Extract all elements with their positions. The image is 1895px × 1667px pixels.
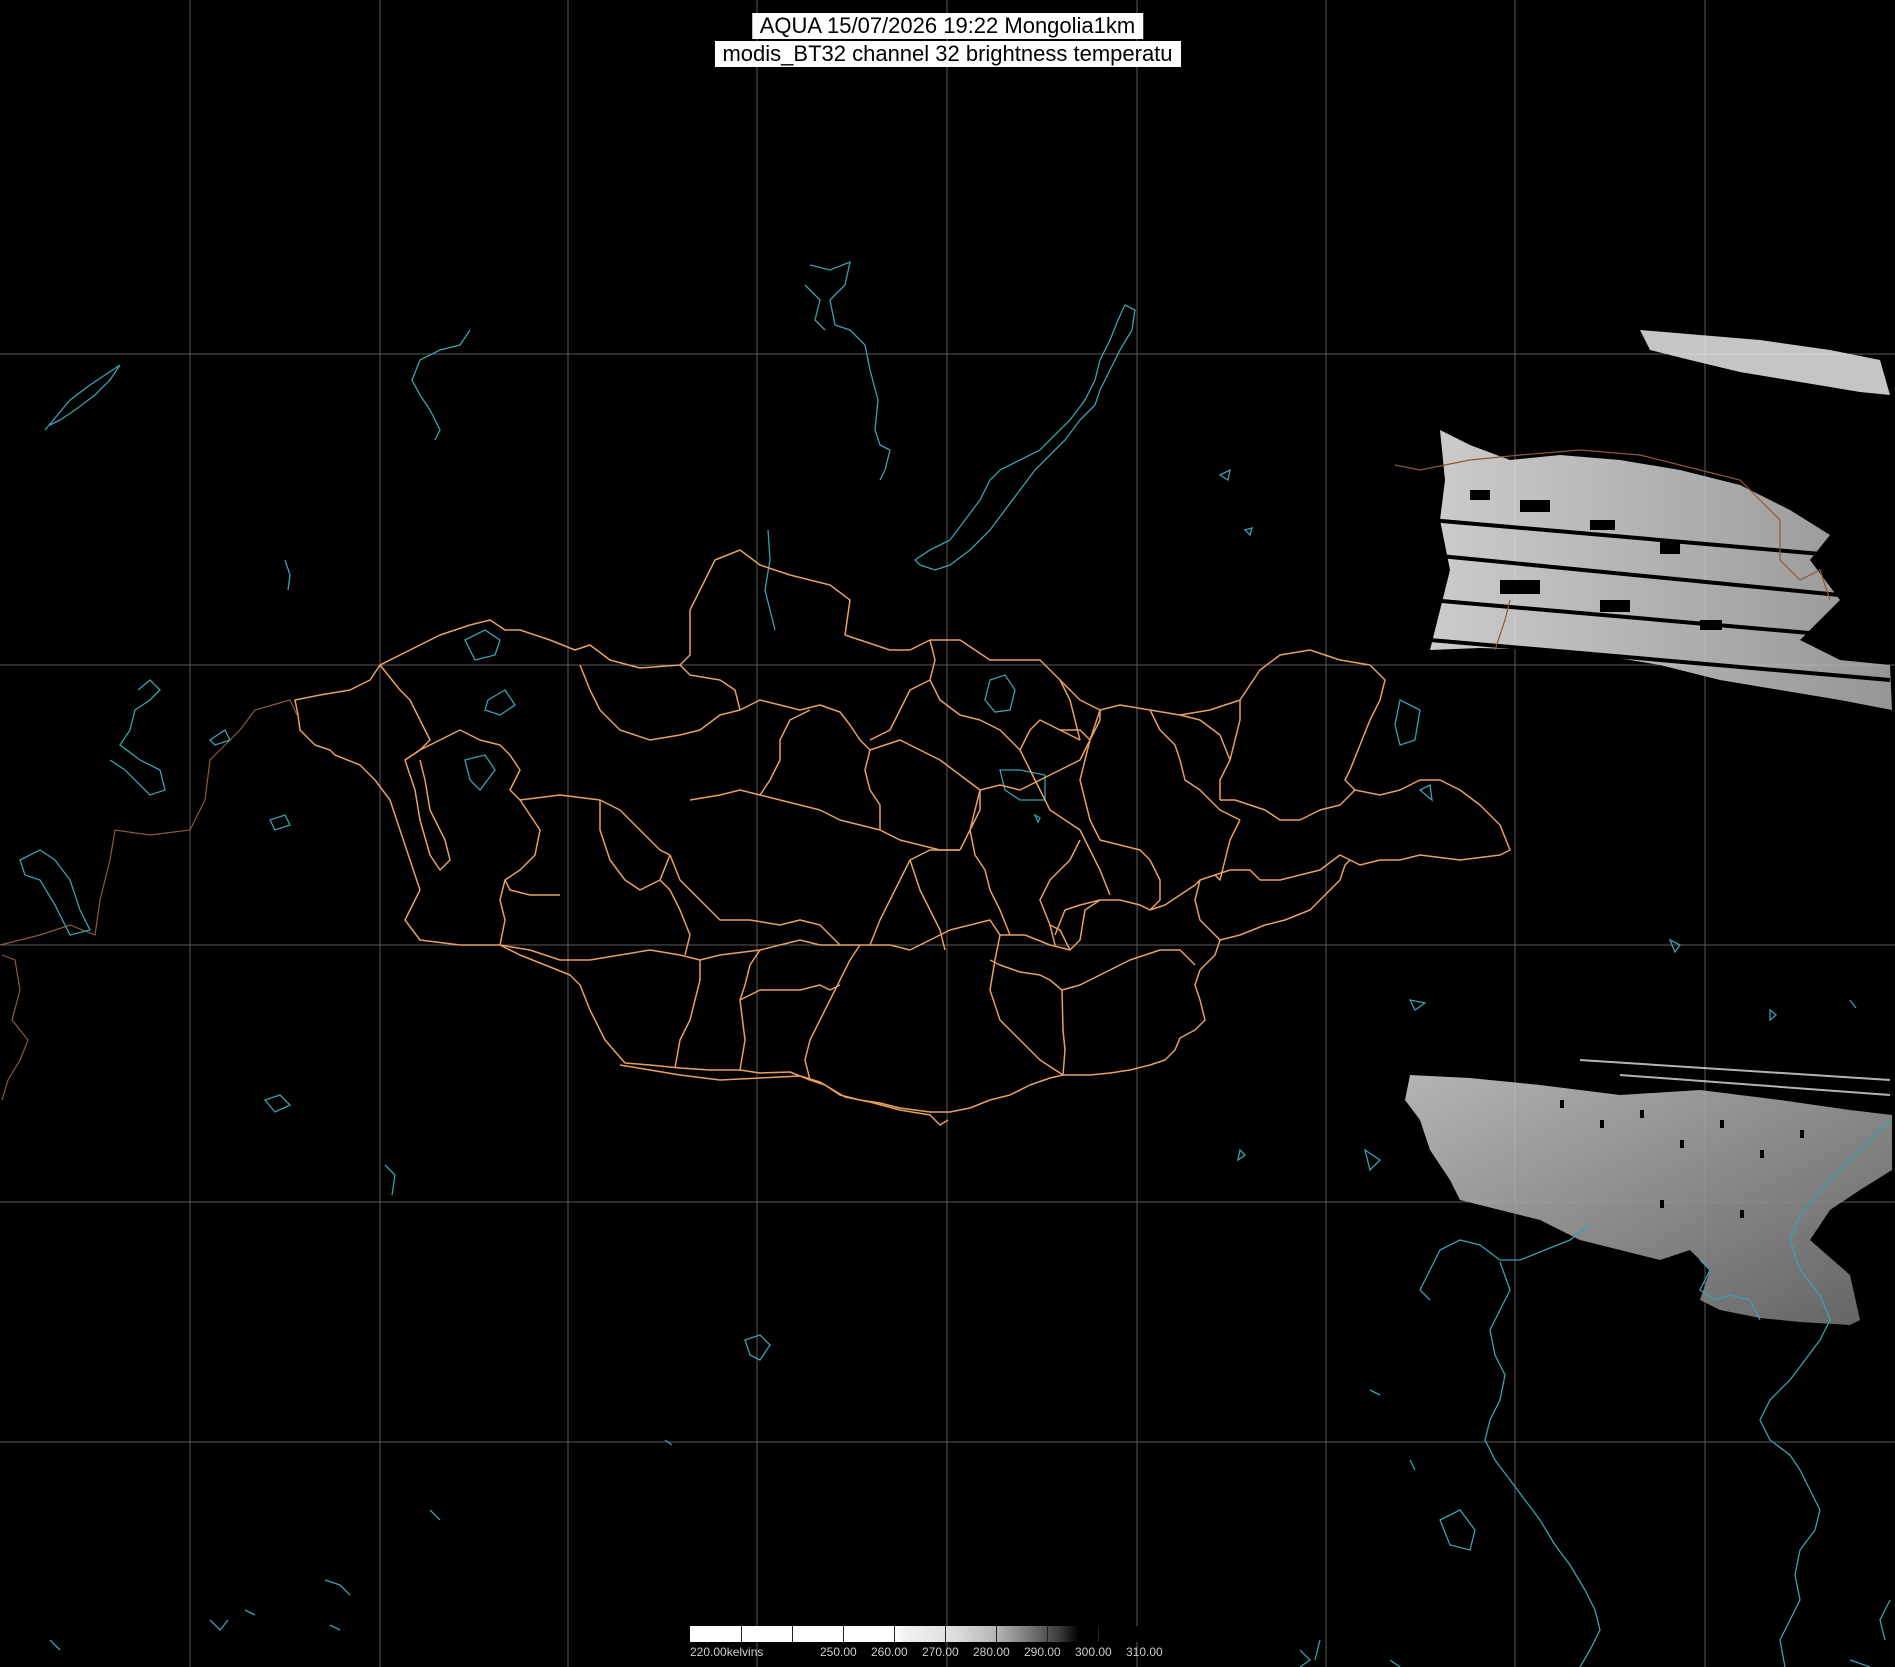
mongolia-national-border — [294, 549, 1511, 961]
colorbar-label-min: 220.00kelvins — [690, 1645, 764, 1659]
colorbar-label: 290.00 — [1024, 1645, 1061, 1659]
colorbar-tick — [792, 1626, 793, 1642]
satellite-map-view: AQUA 15/07/2026 19:22 Mongolia1km modis_… — [0, 0, 1895, 1667]
colorbar-tick — [996, 1626, 997, 1642]
cloud-imagery-northeast — [1429, 330, 1892, 710]
colorbar-tick — [843, 1626, 844, 1642]
colorbar-gradient — [690, 1626, 1202, 1642]
colorbar-label: 310.00 — [1126, 1645, 1163, 1659]
map-canvas — [0, 0, 1895, 1667]
graticule-grid — [0, 0, 1895, 1667]
colorbar-label: 280.00 — [973, 1645, 1010, 1659]
mongolia-province-borders — [294, 549, 1511, 1126]
colorbar-tick — [894, 1626, 895, 1642]
lake-uvs — [464, 629, 501, 661]
colorbar-legend: 220.00kelvins 250.00 260.00 270.00 280.0… — [690, 1626, 1202, 1664]
image-title-line-1: AQUA 15/07/2026 19:22 Mongolia1km — [751, 13, 1144, 39]
image-title-line-2: modis_BT32 channel 32 brightness tempera… — [714, 41, 1181, 67]
colorbar-tick — [945, 1626, 946, 1642]
colorbar-label: 270.00 — [922, 1645, 959, 1659]
colorbar-label: 260.00 — [871, 1645, 908, 1659]
colorbar-label: 250.00 — [820, 1645, 857, 1659]
lake-baikal — [913, 304, 1136, 571]
colorbar-tick — [1098, 1626, 1099, 1642]
colorbar-tick — [1047, 1626, 1048, 1642]
colorbar-tick — [741, 1626, 742, 1642]
colorbar-label: 300.00 — [1075, 1645, 1112, 1659]
